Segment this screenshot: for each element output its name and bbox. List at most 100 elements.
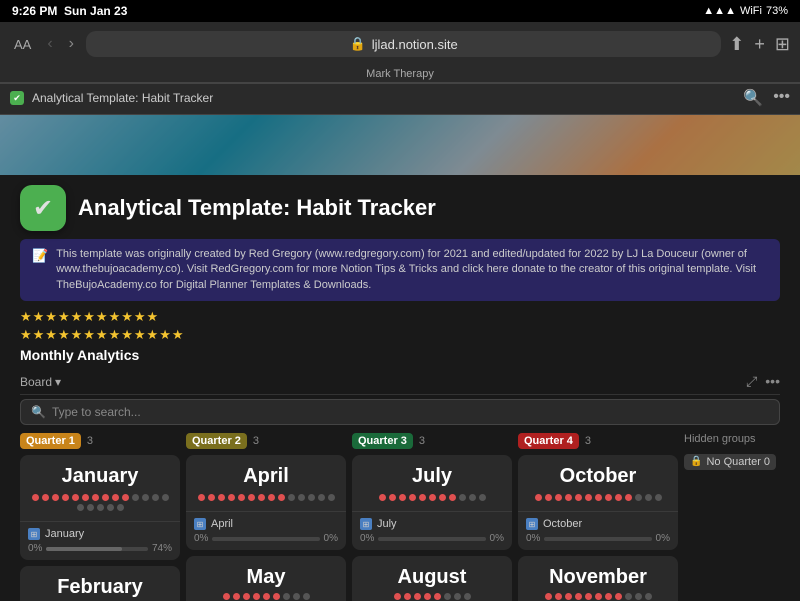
dot [293,593,300,600]
kanban-card[interactable]: July⊞July0%0% [352,455,512,550]
dot [645,593,652,600]
dot [102,494,109,501]
page-content: ✔ Analytical Template: Habit Tracker 📝 T… [0,115,800,601]
more-options-icon[interactable]: ••• [765,373,780,390]
battery-icon: 73% [766,5,788,17]
card-main: May [186,556,346,601]
dot [248,494,255,501]
no-quarter-badge: 🔒No Quarter 0 [684,454,776,470]
dot [117,504,124,511]
back-button[interactable]: ‹ [43,33,56,55]
board-label[interactable]: Board ▾ [20,375,61,389]
status-right: ▲▲▲ WiFi 73% [703,5,788,17]
card-sub-icon: ⊞ [360,518,372,530]
dot [625,494,632,501]
dot [655,494,662,501]
dot [635,593,642,600]
column-count: 3 [253,435,259,447]
stars-row-1: ★★★★★★★★★★★ [20,309,780,325]
dot [198,494,205,501]
quarter-badge[interactable]: Quarter 4 [518,433,579,449]
progress-bar-bg [544,537,651,541]
info-text: This template was originally created by … [56,247,768,293]
kanban-card[interactable]: April⊞April0%0% [186,455,346,550]
search-bar[interactable]: 🔍 Type to search... [20,399,780,425]
expand-icon[interactable]: ⤢ [746,373,757,390]
progress-prefix: 0% [28,543,42,554]
card-dots [362,593,502,600]
dot [424,593,431,600]
dot [208,494,215,501]
dot [459,494,466,501]
kanban-card[interactable]: February [20,566,180,601]
kanban-card[interactable]: May [186,556,346,601]
info-box: 📝 This template was originally created b… [20,239,780,301]
card-dots [362,494,502,501]
search-icon: 🔍 [31,405,46,419]
kanban-card[interactable]: October⊞October0%0% [518,455,678,550]
stars-row-2: ★★★★★★★★★★★★★ [20,327,780,343]
card-month: April [196,465,336,488]
dot [142,494,149,501]
dot [469,494,476,501]
progress-row: 0%0% [360,533,504,544]
dot [605,494,612,501]
kanban-card[interactable]: November [518,556,678,601]
dot [565,494,572,501]
card-sub-text: July [377,518,397,530]
tabs-button[interactable]: ⊞ [775,34,790,55]
kanban-card[interactable]: August [352,556,512,601]
aa-button[interactable]: AA [10,35,35,54]
card-main: February [20,566,180,601]
dot [308,494,315,501]
card-sub-text: January [45,528,84,540]
dot [399,494,406,501]
info-icon: 📝 [32,248,48,264]
share-button[interactable]: ⬆ [729,34,744,55]
dot [535,494,542,501]
new-tab-button[interactable]: + [754,34,765,55]
dot [479,494,486,501]
quarter-badge[interactable]: Quarter 1 [20,433,81,449]
dot [419,494,426,501]
column-count: 3 [419,435,425,447]
forward-button[interactable]: › [65,33,78,55]
secure-icon: 🔒 [350,36,366,52]
tab-search-icon[interactable]: 🔍 [743,88,763,108]
progress-row: 0%0% [526,533,670,544]
no-quarter-text: No Quarter 0 [706,456,770,468]
dot [92,494,99,501]
progress-bar-bg [212,537,319,541]
dot [288,494,295,501]
board-toolbar-right: ⤢ ••• [746,373,780,390]
address-bar[interactable]: 🔒 ljlad.notion.site [86,31,721,57]
dot [243,593,250,600]
quarter-badge[interactable]: Quarter 2 [186,433,247,449]
tab-actions: 🔍 ••• [743,88,790,108]
dot [545,494,552,501]
dot [218,494,225,501]
progress-label: 0% [490,533,504,544]
card-month: February [30,576,170,599]
quarter-badge[interactable]: Quarter 3 [352,433,413,449]
dot [585,494,592,501]
progress-label: 0% [656,533,670,544]
dot [132,494,139,501]
board-toolbar: Board ▾ ⤢ ••• [20,369,780,395]
progress-row: 0%74% [28,543,172,554]
dot [97,504,104,511]
page-title: Analytical Template: Habit Tracker [78,195,436,221]
card-month: May [196,566,336,589]
dot [152,494,159,501]
dot [449,494,456,501]
dot [575,494,582,501]
dot [223,593,230,600]
kanban-card[interactable]: January⊞January0%74% [20,455,180,560]
dot [62,494,69,501]
hero-overlay [0,115,800,175]
dot [112,494,119,501]
dot [228,494,235,501]
dot [258,494,265,501]
status-time: 9:26 PM Sun Jan 23 [12,4,127,18]
tab-more-icon[interactable]: ••• [773,88,790,108]
